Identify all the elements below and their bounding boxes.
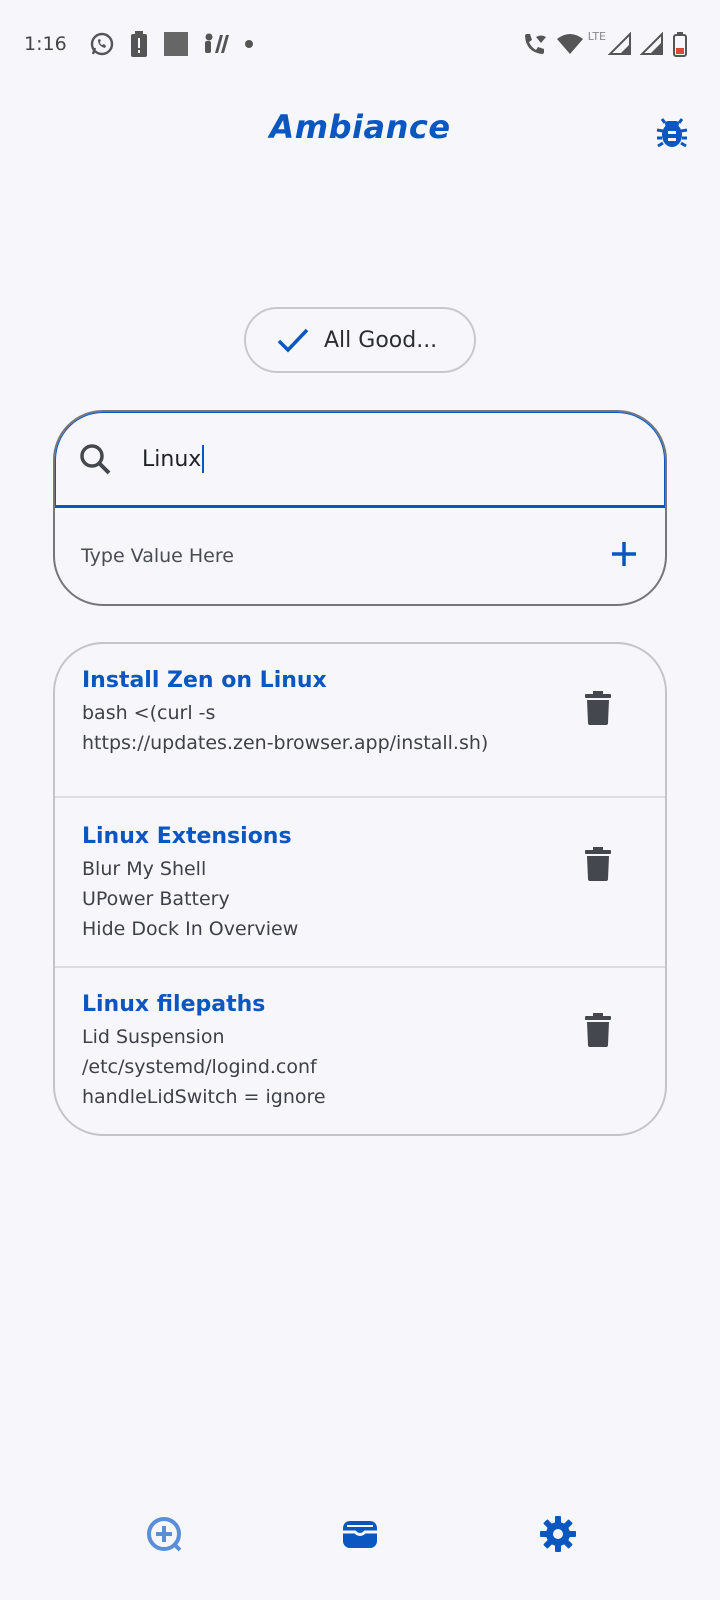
note-title: Install Zen on Linux: [82, 668, 327, 693]
note-line: UPower Battery: [82, 888, 230, 910]
wifi-calling-icon: [522, 31, 548, 57]
notes-list: Install Zen on Linux bash <(curl -s http…: [53, 642, 667, 1136]
status-indicator-pill[interactable]: All Good...: [244, 307, 476, 373]
app-screen: 1:16 LTE Ambiance All Good... Linux Type…: [0, 0, 720, 1600]
search-field[interactable]: Linux: [55, 412, 665, 508]
trash-icon: [585, 847, 611, 881]
delete-button[interactable]: [583, 1012, 613, 1048]
status-label: All Good...: [324, 327, 438, 353]
value-input[interactable]: Type Value Here: [81, 545, 234, 567]
note-line: Lid Suspension: [82, 1026, 225, 1048]
more-notifications-dot-icon: [243, 38, 255, 50]
trash-icon: [585, 691, 611, 725]
bottom-navigation: [0, 1512, 720, 1572]
app-title: Ambiance: [269, 108, 451, 146]
delete-button[interactable]: [583, 846, 613, 882]
trash-icon: [585, 1013, 611, 1047]
checkmark-icon: [277, 328, 309, 353]
status-bar-right: LTE: [518, 29, 692, 57]
battery-alert-icon: [129, 30, 149, 58]
nav-add-button[interactable]: [142, 1512, 186, 1556]
network-type-label: LTE: [587, 29, 606, 43]
status-time: 1:16: [24, 33, 67, 55]
add-value-row: Type Value Here: [55, 508, 665, 604]
list-item[interactable]: Linux filepaths Lid Suspension /etc/syst…: [55, 968, 665, 1134]
note-title: Linux filepaths: [82, 992, 266, 1017]
note-line: https://updates.zen-browser.app/install.…: [82, 732, 489, 754]
search-add-card: Linux Type Value Here: [53, 410, 667, 606]
note-line: handleLidSwitch = ignore: [82, 1086, 326, 1108]
gear-icon: [540, 1516, 576, 1552]
bug-icon: [656, 118, 688, 148]
debug-button[interactable]: [654, 114, 690, 150]
search-input[interactable]: Linux: [142, 445, 205, 473]
search-icon: [80, 444, 111, 475]
nav-wallet-button[interactable]: [338, 1512, 382, 1556]
status-bar: 1:16 LTE: [0, 0, 720, 88]
note-line: Blur My Shell: [82, 858, 207, 880]
battery-low-icon: [672, 31, 688, 57]
note-line: bash <(curl -s: [82, 702, 216, 724]
signal-icon-2: [640, 32, 664, 56]
list-item[interactable]: Linux Extensions Blur My Shell UPower Ba…: [55, 798, 665, 966]
app-notification-icon: [203, 31, 229, 57]
add-button[interactable]: [609, 539, 639, 573]
wifi-icon: [556, 32, 584, 56]
text-caret: [202, 445, 205, 473]
note-title: Linux Extensions: [82, 824, 292, 849]
add-circle-icon: [147, 1517, 182, 1552]
list-item[interactable]: Install Zen on Linux bash <(curl -s http…: [55, 644, 665, 796]
nav-settings-button[interactable]: [536, 1512, 580, 1556]
status-bar-left: 1:16: [24, 30, 269, 58]
wallet-icon: [343, 1521, 377, 1548]
signal-icon-1: [608, 32, 632, 56]
delete-button[interactable]: [583, 690, 613, 726]
whatsapp-icon: [89, 31, 115, 57]
plus-icon: [612, 542, 636, 566]
square-app-icon: [163, 31, 189, 57]
note-line: /etc/systemd/logind.conf: [82, 1056, 317, 1078]
note-line: Hide Dock In Overview: [82, 918, 299, 940]
search-input-value: Linux: [142, 446, 202, 472]
